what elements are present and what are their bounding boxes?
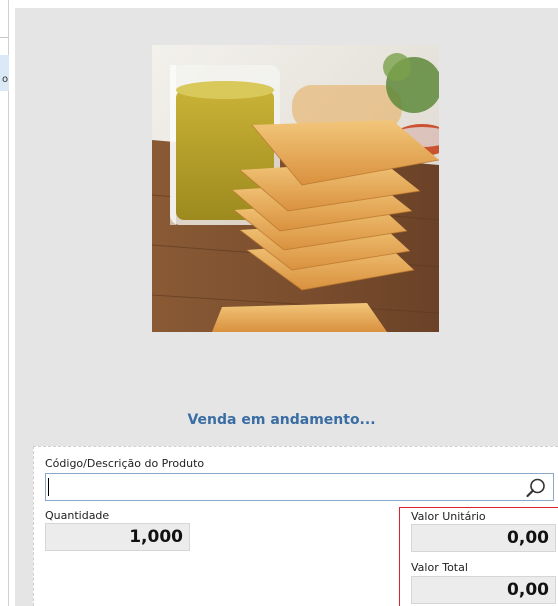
product-entry-form: Código/Descrição do Produto Quantidade 1… [33, 446, 558, 606]
price-highlight-frame: Valor Unitário 0,00 Valor Total 0,00 [399, 507, 558, 606]
unit-price-label: Valor Unitário [411, 510, 486, 523]
product-search-input[interactable] [45, 473, 554, 501]
quantity-field[interactable]: 1,000 [45, 523, 190, 551]
unit-price-field: 0,00 [411, 524, 556, 552]
quantity-label: Quantidade [45, 509, 110, 522]
total-field: 0,00 [411, 576, 556, 604]
text-cursor [48, 478, 49, 496]
left-panel-divider [0, 37, 9, 38]
top-band [15, 0, 558, 8]
product-field-label: Código/Descrição do Produto [45, 457, 205, 470]
left-panel-strip: o [0, 0, 9, 606]
left-panel-selected-row[interactable] [0, 55, 9, 91]
sale-status-text: Venda em andamento... [187, 412, 376, 428]
pastel-and-juice-photo [152, 45, 439, 332]
magnifier-icon[interactable] [525, 477, 547, 499]
product-photo [152, 45, 439, 332]
left-panel-row-text: o [2, 74, 9, 85]
total-label: Valor Total [411, 561, 468, 574]
